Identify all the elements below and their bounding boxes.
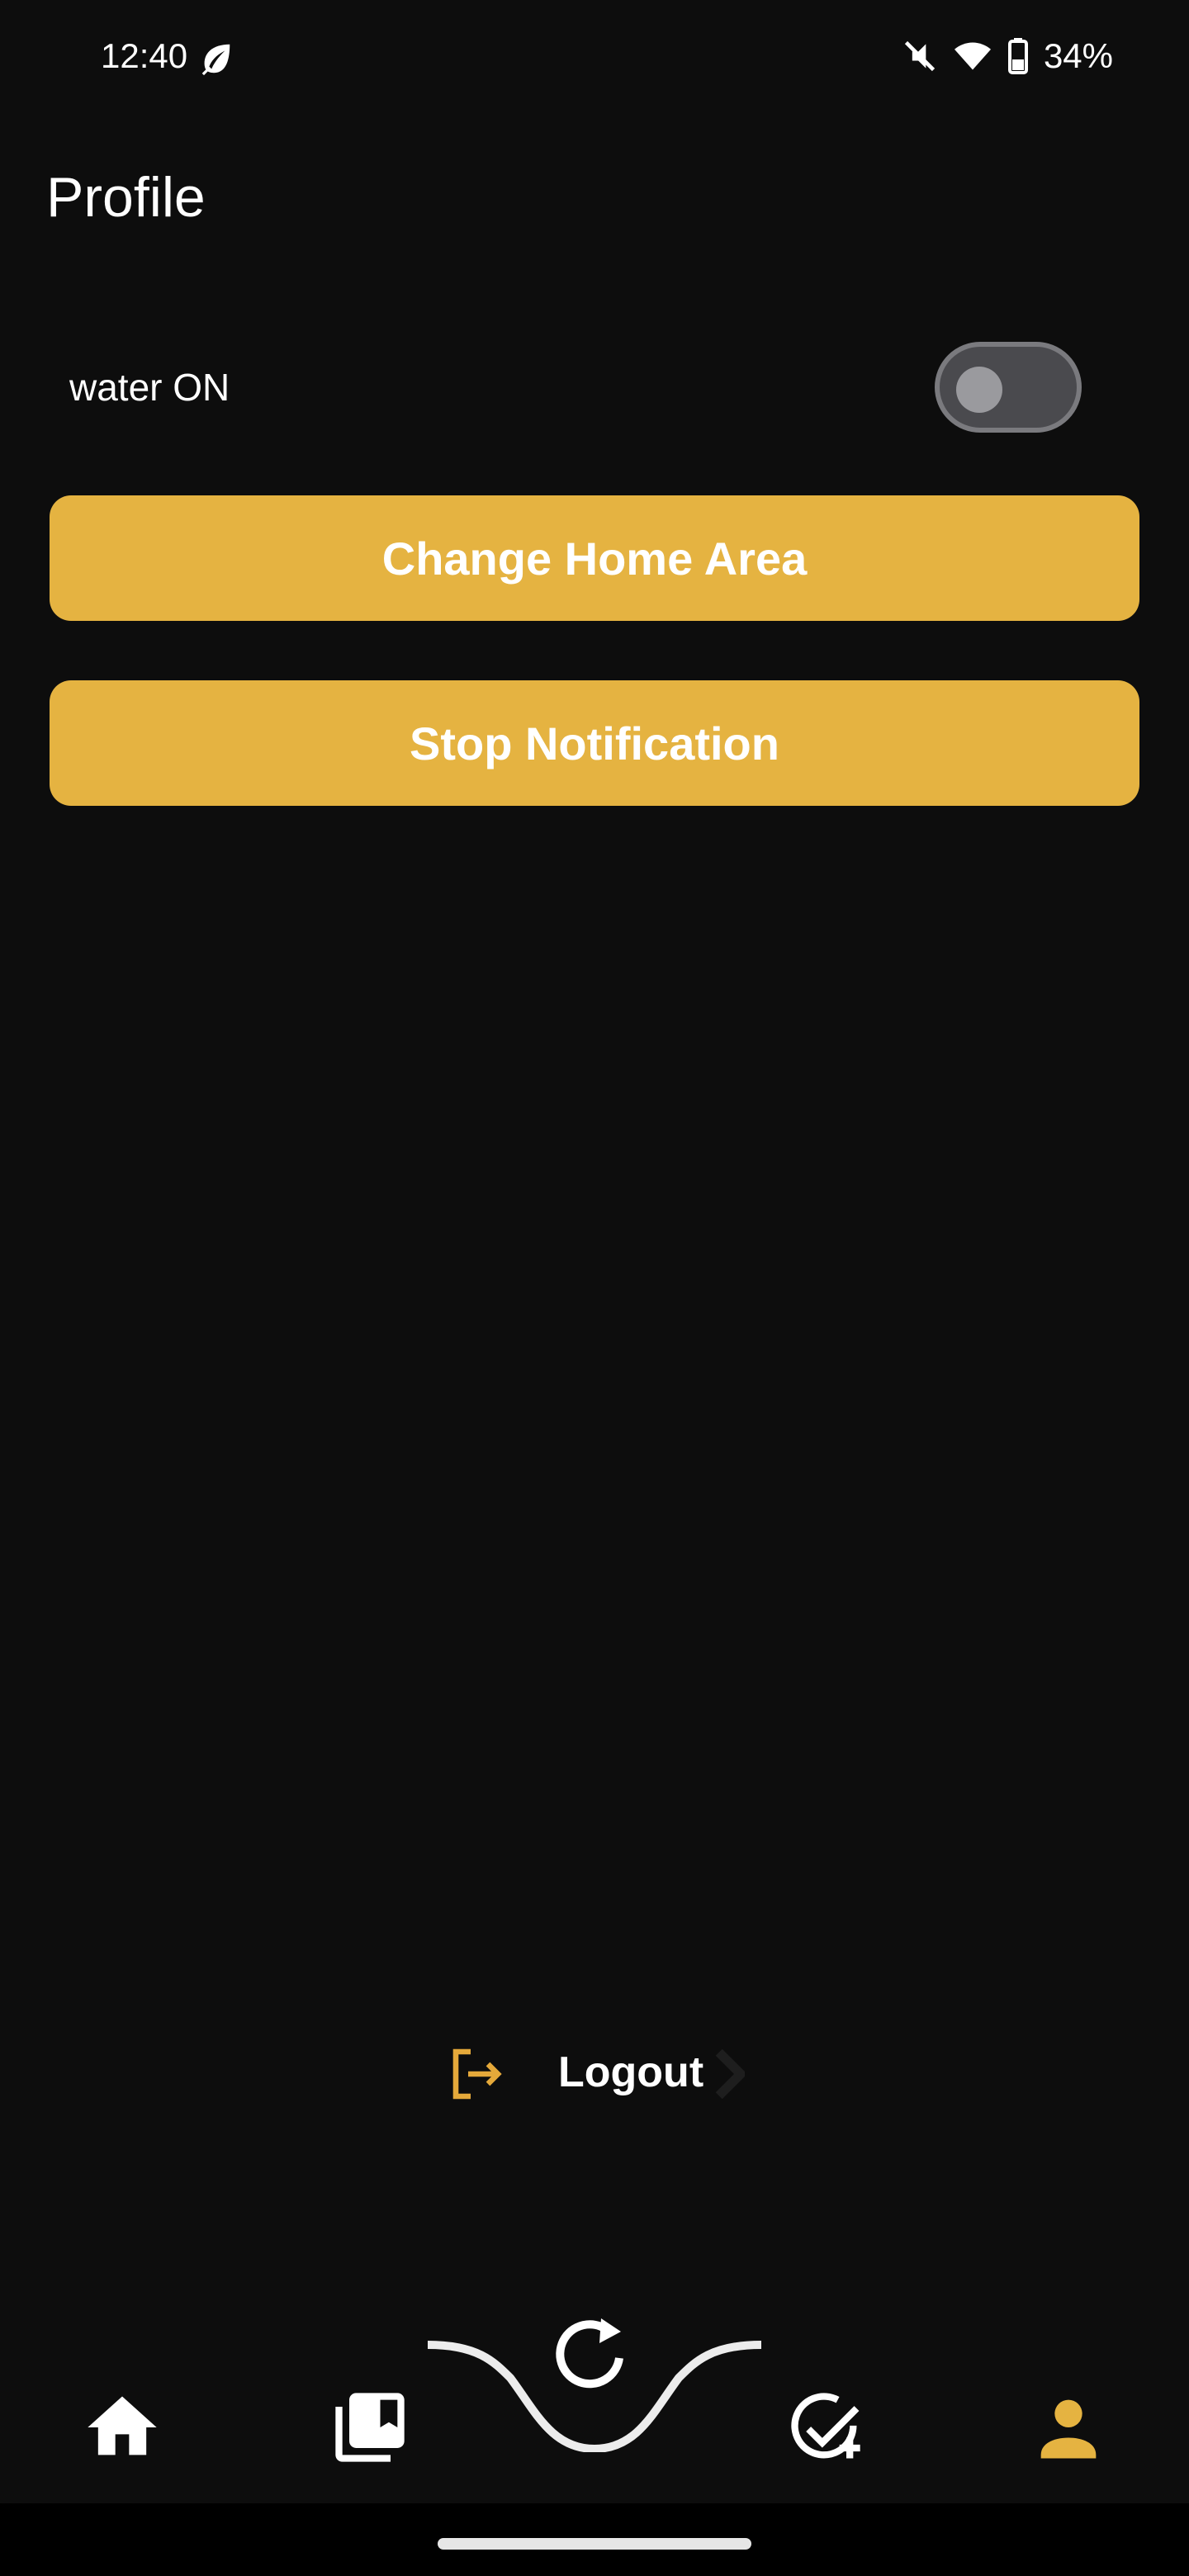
logout-icon (452, 2048, 502, 2100)
status-icons: 34% (902, 36, 1113, 76)
add-task-icon[interactable] (784, 2386, 867, 2469)
chevron-right-icon (715, 2049, 745, 2099)
refresh-icon[interactable] (528, 2302, 661, 2401)
water-toggle-label: water ON (69, 366, 230, 409)
gesture-handle[interactable] (438, 2538, 751, 2550)
leaf-icon (201, 44, 230, 76)
water-toggle-switch[interactable] (935, 342, 1082, 433)
mute-icon (904, 40, 936, 72)
home-icon[interactable] (81, 2386, 163, 2469)
status-time: 12:40 (101, 36, 188, 75)
battery-percent: 34% (1043, 36, 1113, 75)
logout-label: Logout (558, 2048, 704, 2096)
system-gesture-area (0, 2503, 1189, 2576)
toggle-thumb (956, 367, 1002, 413)
status-bar: 12:40 34% (0, 0, 1189, 124)
logout-button[interactable]: Logout (446, 2039, 760, 2107)
page-title: Profile (46, 166, 206, 229)
wifi-icon (954, 42, 991, 70)
stop-notification-button[interactable]: Stop Notification (50, 680, 1139, 806)
battery-icon (1007, 38, 1028, 74)
profile-icon[interactable] (1027, 2386, 1110, 2469)
library-icon[interactable] (329, 2386, 411, 2469)
change-home-area-button[interactable]: Change Home Area (50, 495, 1139, 621)
water-setting-row: water ON (69, 339, 1090, 438)
